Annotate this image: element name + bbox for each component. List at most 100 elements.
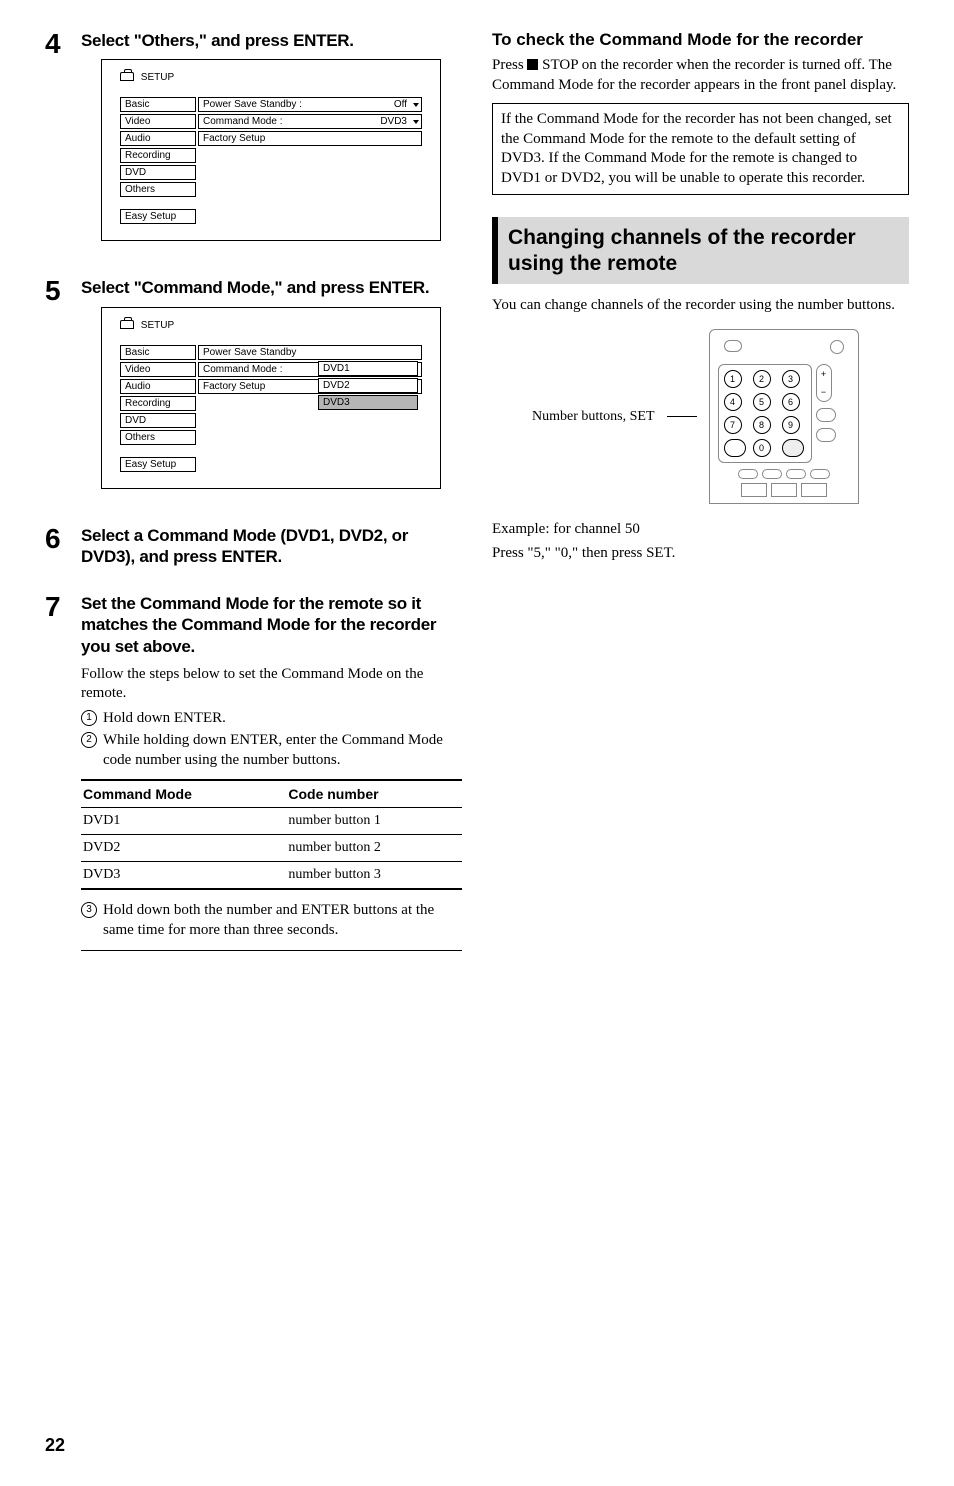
rect-1 [741, 483, 767, 497]
step-5: 5 Select "Command Mode," and press ENTER… [45, 277, 462, 506]
opt-power-save-2-label: Power Save Standby [203, 347, 296, 358]
opt-command-mode-label: Command Mode : [203, 116, 282, 127]
num-6: 6 [782, 393, 800, 411]
opt-factory-setup-label: Factory Setup [203, 133, 265, 144]
command-mode-table: Command Mode Code number DVD1 number but… [81, 779, 462, 890]
tab-recording: Recording [120, 396, 196, 411]
check-p1a: Press [492, 57, 527, 73]
toolbox-icon [120, 72, 134, 81]
step-6-num: 6 [45, 525, 69, 576]
num-input [724, 439, 746, 457]
section-changing-channels: Changing channels of the recorder using … [492, 217, 909, 283]
rect-3 [801, 483, 827, 497]
num-8: 8 [753, 416, 771, 434]
page-number: 22 [45, 1435, 65, 1456]
num-7: 7 [724, 416, 742, 434]
pill-1 [738, 469, 758, 479]
setup-header-2: SETUP [141, 320, 174, 331]
num-0: 0 [753, 439, 771, 457]
tab-basic: Basic [120, 97, 196, 112]
tab-recording: Recording [120, 148, 196, 163]
stop-icon [527, 59, 538, 70]
sub-dvd2: DVD2 [318, 378, 418, 393]
side-small-1 [816, 408, 836, 422]
setup-header-1: SETUP [141, 72, 174, 83]
num-clear [782, 439, 804, 457]
table-row: DVD3 number button 3 [81, 861, 462, 889]
pointer-line [667, 416, 697, 417]
setup-screenshot-2: SETUP Basic Video Audio Recording DVD Ot… [101, 307, 441, 489]
tab-audio: Audio [120, 131, 196, 146]
divider [81, 950, 462, 951]
opt-command-mode: Command Mode : DVD3 [198, 114, 422, 129]
opt-factory-setup: Factory Setup [198, 131, 422, 146]
sub-dvd3: DVD3 [318, 395, 418, 410]
side-plus-minus: +− [816, 364, 832, 402]
tab-audio: Audio [120, 379, 196, 394]
pill-2 [762, 469, 782, 479]
number-pad: 1 2 3 4 5 6 7 8 9 0 [718, 364, 812, 463]
circled-1-icon: 1 [81, 710, 97, 726]
cm-dvd1: DVD1 [81, 807, 286, 834]
arrow-down-icon [413, 103, 419, 107]
pill-3 [786, 469, 806, 479]
num-2: 2 [753, 370, 771, 388]
num-4: 4 [724, 393, 742, 411]
arrow-down-icon [413, 120, 419, 124]
circled-3-icon: 3 [81, 902, 97, 918]
example-line1: Example: for channel 50 [492, 520, 909, 540]
cm-dvd2-code: number button 2 [286, 834, 462, 861]
power-icon [830, 340, 844, 354]
table-row: DVD1 number button 1 [81, 807, 462, 834]
tab-video: Video [120, 114, 196, 129]
step7-c2: While holding down ENTER, enter the Comm… [103, 730, 462, 771]
check-paragraph: Press STOP on the recorder when the reco… [492, 56, 909, 95]
tab-others: Others [120, 182, 196, 197]
step-7-intro: Follow the steps below to set the Comman… [81, 665, 462, 704]
tab-dvd: DVD [120, 165, 196, 180]
step-7: 7 Set the Command Mode for the remote so… [45, 593, 462, 951]
example-line2: Press "5," "0," then press SET. [492, 544, 909, 564]
step-4-title: Select "Others," and press ENTER. [81, 30, 462, 51]
tab-easy-setup: Easy Setup [120, 457, 196, 472]
note-box: If the Command Mode for the recorder has… [492, 103, 909, 195]
opt-command-mode-2-label: Command Mode : [203, 364, 282, 375]
check-heading: To check the Command Mode for the record… [492, 30, 909, 50]
section-paragraph: You can change channels of the recorder … [492, 296, 909, 316]
tab-basic: Basic [120, 345, 196, 360]
num-5: 5 [753, 393, 771, 411]
step-7-num: 7 [45, 593, 69, 951]
pill-4 [810, 469, 830, 479]
step-5-title: Select "Command Mode," and press ENTER. [81, 277, 462, 298]
opt-command-mode-val: DVD3 [380, 116, 407, 127]
step-5-num: 5 [45, 277, 69, 506]
remote-diagram: Number buttons, SET 1 2 3 4 5 6 7 [532, 329, 909, 504]
tab-others: Others [120, 430, 196, 445]
cm-header-code: Code number [286, 780, 462, 808]
eject-icon [724, 340, 742, 352]
step-4: 4 Select "Others," and press ENTER. SETU… [45, 30, 462, 259]
side-small-2 [816, 428, 836, 442]
setup-screenshot-1: SETUP Basic Video Audio Recording DVD Ot… [101, 59, 441, 241]
step-6-title: Select a Command Mode (DVD1, DVD2, or DV… [81, 525, 462, 568]
opt-power-save-2: Power Save Standby [198, 345, 422, 360]
step-4-num: 4 [45, 30, 69, 259]
cm-dvd3: DVD3 [81, 861, 286, 889]
cm-dvd2: DVD2 [81, 834, 286, 861]
remote-controller: 1 2 3 4 5 6 7 8 9 0 +− [709, 329, 859, 504]
toolbox-icon [120, 320, 134, 329]
opt-factory-setup-2-label: Factory Setup [203, 381, 265, 392]
rect-2 [771, 483, 797, 497]
circled-2-icon: 2 [81, 732, 97, 748]
num-9: 9 [782, 416, 800, 434]
step-7-title: Set the Command Mode for the remote so i… [81, 593, 462, 657]
step7-c3: Hold down both the number and ENTER butt… [103, 900, 462, 941]
opt-power-save-val: Off [394, 99, 407, 110]
cm-dvd1-code: number button 1 [286, 807, 462, 834]
tab-dvd: DVD [120, 413, 196, 428]
opt-power-save-label: Power Save Standby : [203, 99, 302, 110]
sub-dvd1: DVD1 [318, 361, 418, 376]
opt-power-save: Power Save Standby : Off [198, 97, 422, 112]
cm-dvd3-code: number button 3 [286, 861, 462, 889]
cm-header-mode: Command Mode [81, 780, 286, 808]
